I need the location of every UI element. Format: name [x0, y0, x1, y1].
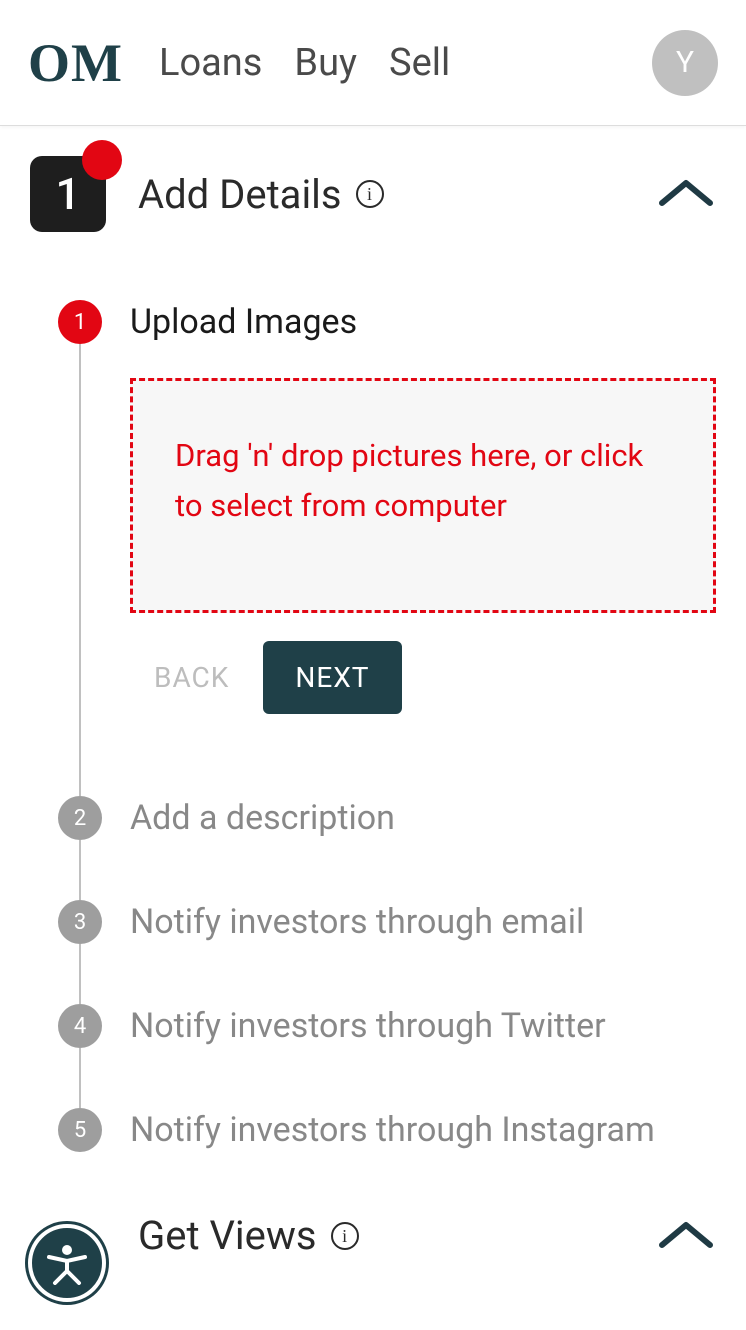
step-body: Notify investors through Instagram — [130, 1108, 716, 1162]
step-connector — [79, 944, 81, 1004]
avatar[interactable]: Y — [652, 30, 718, 96]
nav-link-buy[interactable]: Buy — [294, 41, 357, 85]
nav-links: Loans Buy Sell — [159, 41, 450, 85]
chevron-up-icon[interactable] — [656, 175, 716, 213]
notification-dot-icon — [82, 140, 122, 180]
content: 1 Add Details i 1 Upload Images Drag 'n'… — [0, 126, 746, 1162]
step-left: 3 — [58, 900, 102, 1004]
step-number-3: 3 — [58, 900, 102, 944]
section-title-text: Get Views — [138, 1212, 317, 1259]
info-icon[interactable]: i — [356, 180, 384, 208]
step-buttons: BACK NEXT — [154, 641, 716, 714]
step-body: Notify investors through email — [130, 900, 716, 1004]
step-number-2: 2 — [58, 796, 102, 840]
step-number-5: 5 — [58, 1108, 102, 1152]
next-button[interactable]: NEXT — [263, 641, 401, 714]
back-button[interactable]: BACK — [154, 661, 229, 694]
section-badge-number: 1 — [55, 168, 80, 220]
dropzone-text: Drag 'n' drop pictures here, or click to… — [175, 431, 671, 530]
step-body: Add a description — [130, 796, 716, 900]
step-notify-email[interactable]: 3 Notify investors through email — [58, 900, 716, 1004]
chevron-up-icon[interactable] — [656, 1217, 716, 1255]
step-body: Notify investors through Twitter — [130, 1004, 716, 1108]
step-add-description[interactable]: 2 Add a description — [58, 796, 716, 900]
step-title: Notify investors through Instagram — [130, 1108, 716, 1152]
accessibility-icon — [45, 1241, 89, 1285]
logo[interactable]: OM — [28, 32, 123, 94]
section-title: Add Details i — [138, 171, 384, 218]
step-left: 1 — [58, 300, 102, 796]
header: OM Loans Buy Sell Y — [0, 0, 746, 126]
step-notify-twitter[interactable]: 4 Notify investors through Twitter — [58, 1004, 716, 1108]
accessibility-button[interactable] — [28, 1224, 106, 1302]
step-left: 2 — [58, 796, 102, 900]
step-connector — [79, 1048, 81, 1108]
step-number-1: 1 — [58, 300, 102, 344]
section-title: Get Views i — [138, 1212, 359, 1259]
nav-link-sell[interactable]: Sell — [389, 41, 450, 85]
step-left: 4 — [58, 1004, 102, 1108]
section-add-details[interactable]: 1 Add Details i — [30, 156, 716, 232]
nav-link-loans[interactable]: Loans — [159, 41, 262, 85]
step-connector — [79, 840, 81, 900]
step-title: Upload Images — [130, 300, 716, 344]
step-upload-images: 1 Upload Images Drag 'n' drop pictures h… — [58, 300, 716, 796]
step-title: Notify investors through email — [130, 900, 716, 944]
section-get-views[interactable]: Get Views i — [0, 1212, 746, 1259]
section-title-text: Add Details — [138, 171, 342, 218]
upload-dropzone[interactable]: Drag 'n' drop pictures here, or click to… — [130, 378, 716, 613]
step-title: Notify investors through Twitter — [130, 1004, 716, 1048]
step-left: 5 — [58, 1108, 102, 1162]
step-number-4: 4 — [58, 1004, 102, 1048]
step-body: Upload Images Drag 'n' drop pictures her… — [130, 300, 716, 796]
step-connector — [79, 344, 81, 796]
info-icon[interactable]: i — [331, 1222, 359, 1250]
step-notify-instagram[interactable]: 5 Notify investors through Instagram — [58, 1108, 716, 1162]
section-badge-1: 1 — [30, 156, 106, 232]
step-title: Add a description — [130, 796, 716, 840]
steps: 1 Upload Images Drag 'n' drop pictures h… — [58, 300, 716, 1162]
